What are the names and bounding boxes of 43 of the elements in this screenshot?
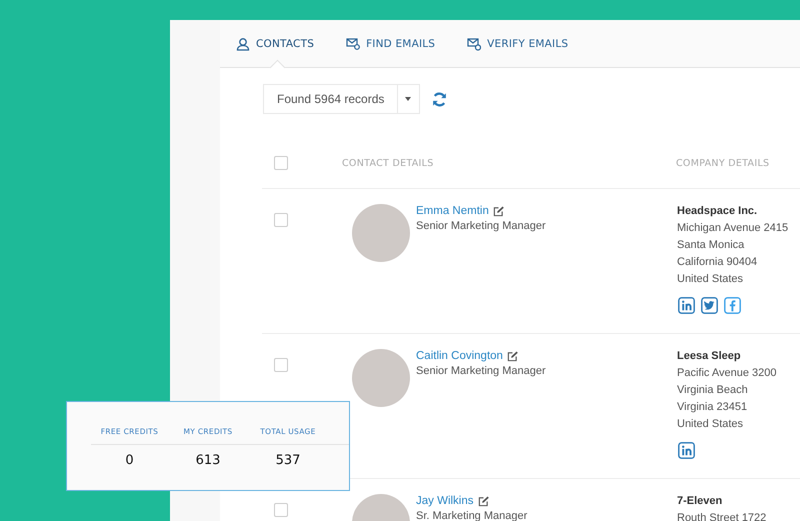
job-title: Senior Marketing Manager	[416, 365, 546, 377]
edit-icon[interactable]	[506, 350, 518, 362]
credit-value: 613	[194, 453, 222, 468]
tab[interactable]: VERIFY EMAILS	[467, 36, 568, 50]
refresh-icon[interactable]	[432, 92, 448, 106]
address-line: Virginia Beach	[677, 383, 749, 398]
edit-icon[interactable]	[492, 206, 504, 216]
person-icon	[236, 36, 250, 50]
tab[interactable]: CONTACTS	[236, 36, 314, 50]
job-title: Sr. Marketing Manager	[416, 510, 528, 521]
linkedin-icon[interactable]	[678, 442, 695, 459]
column-header: CONTACT DETAILS	[342, 158, 435, 168]
bird-icon[interactable]	[701, 297, 718, 314]
company-name: Headspace Inc.	[677, 205, 758, 217]
envelope-icon	[467, 36, 482, 50]
contact-name[interactable]: Jay Wilkins	[416, 495, 474, 507]
job-title: Senior Marketing Manager	[416, 220, 546, 232]
credit-value: 537	[274, 453, 302, 468]
checkbox[interactable]	[274, 358, 288, 372]
company-name: Leesa Sleep	[677, 350, 742, 362]
credit-value: 0	[124, 453, 135, 468]
checkbox[interactable]	[274, 213, 288, 227]
records-dropdown[interactable]: Found 5964 records	[263, 84, 420, 114]
company-name: 7-Eleven	[677, 495, 724, 507]
linkedin-icon[interactable]	[678, 297, 695, 314]
address-line: Michigan Avenue 2415	[677, 221, 790, 236]
address-line: Pacific Avenue 3200	[677, 366, 778, 381]
contact-name[interactable]: Emma Nemtin	[416, 205, 489, 217]
address-line: Routh Street 1722	[677, 511, 768, 521]
checkbox[interactable]	[274, 156, 288, 170]
records-count: Found 5964 records	[264, 85, 398, 113]
tab[interactable]: FIND EMAILS	[346, 36, 436, 50]
contact-name[interactable]: Caitlin Covington	[416, 350, 503, 362]
facebook-icon[interactable]	[724, 297, 741, 314]
envelope-icon	[346, 36, 360, 50]
column-header: COMPANY DETAILS	[676, 158, 770, 168]
address-line: Virginia 23451	[677, 400, 748, 415]
address-line: California 90404	[677, 255, 758, 270]
address-line: United States	[677, 272, 744, 287]
address-line: Santa Monica	[677, 238, 746, 253]
checkbox[interactable]	[274, 503, 288, 517]
edit-icon[interactable]	[478, 496, 489, 506]
address-line: United States	[677, 417, 744, 432]
